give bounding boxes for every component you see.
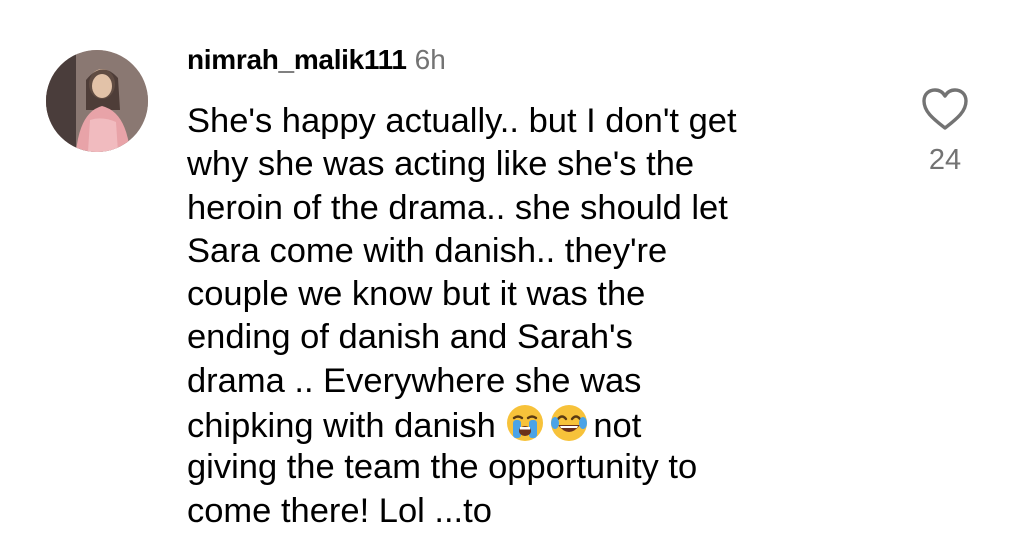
comment-line: drama .. Everywhere she was [187,361,642,400]
comment-line: Sara come with danish.. they're [187,231,668,270]
like-count: 24 [928,144,962,176]
comment-header: nimrah_malik111 6h [187,44,446,84]
comment-line: She's happy actually.. but I don't get [187,102,737,140]
comment-line: heroin of the drama.. she should let [187,188,728,227]
comment-line: come there! Lol ...to [187,491,492,530]
comment-line: why she was acting like she's the [187,145,695,184]
loudly-crying-face-icon [505,403,545,443]
avatar-image [46,50,148,152]
comment-line: giving the team the opportunity to [187,448,698,487]
avatar[interactable] [46,50,148,152]
username-link[interactable]: nimrah_malik111 [187,44,407,76]
comment-line: ending of danish and Sarah's [187,318,633,357]
comment-line-with-emoji: chipking with danish not [187,403,867,446]
comment-line-segment: not [593,407,642,446]
comment-line-segment: chipking with danish [187,407,496,446]
face-with-tears-of-joy-icon [549,403,589,443]
comment-item: nimrah_malik111 6h She's happy actually.… [0,0,1024,556]
comment-line: couple we know but it was the [187,275,646,314]
heart-outline-icon[interactable] [920,86,970,132]
comment-text: She's happy actually.. but I don't get w… [187,100,867,533]
like-section: 24 [915,86,975,186]
timestamp: 6h [414,44,446,75]
